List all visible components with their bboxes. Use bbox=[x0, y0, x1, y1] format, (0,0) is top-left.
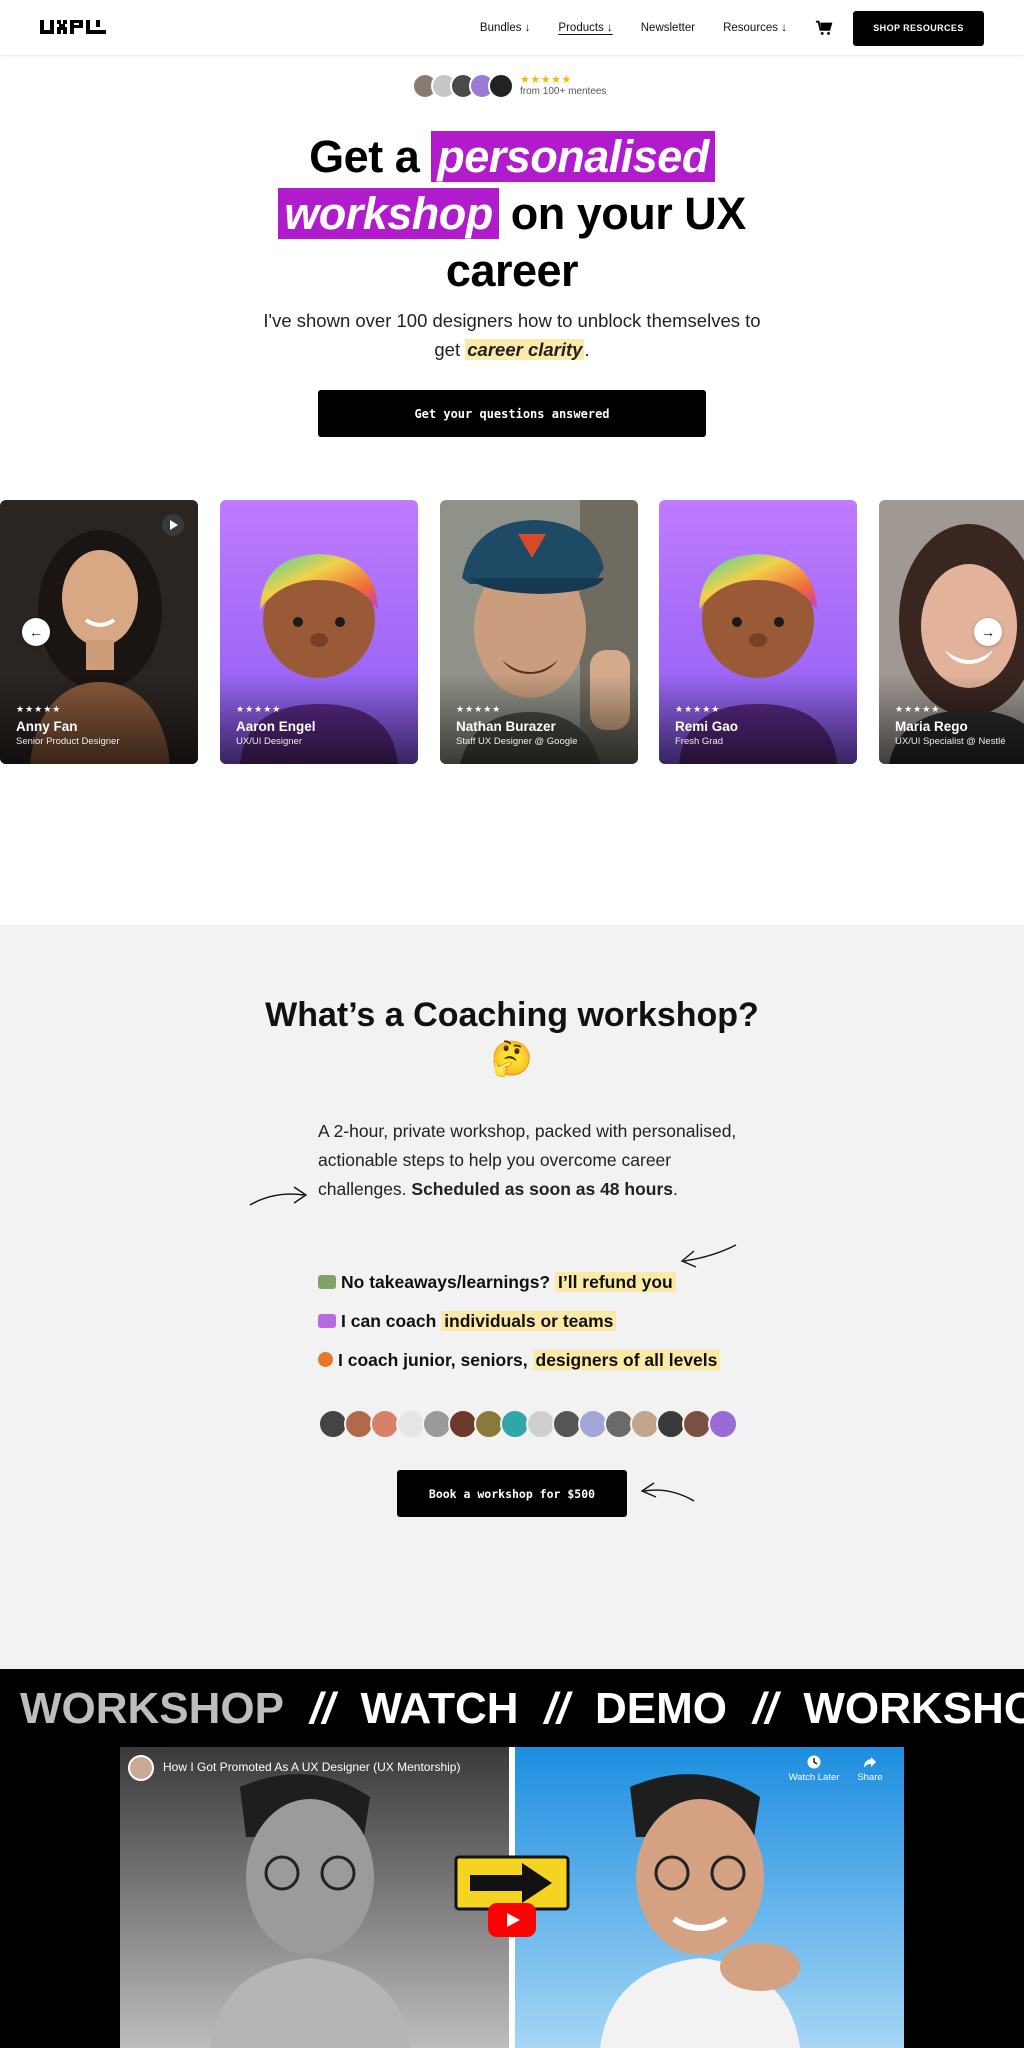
marquee-banner: WORKSHOP//WATCH//DEMO//WORKSHOP bbox=[20, 1684, 1024, 1733]
carousel-prev-button[interactable]: ← bbox=[22, 618, 50, 646]
arrow-left-icon: ← bbox=[29, 624, 43, 640]
benefit-item: I coach junior, seniors, designers of al… bbox=[318, 1348, 778, 1372]
subtitle-highlight: career clarity bbox=[465, 339, 585, 360]
arrow-right-icon: → bbox=[981, 624, 995, 640]
mentee-rating: ★★★★★ from 100+ mentees bbox=[412, 72, 606, 100]
workshop-demo-section: WORKSHOP//WATCH//DEMO//WORKSHOP bbox=[0, 1669, 1024, 2048]
card-name: Aaron Engel bbox=[236, 719, 316, 734]
benefits-list: No takeaways/learnings? I’ll refund you … bbox=[318, 1270, 778, 1387]
nav-bundles[interactable]: Bundles ↓ bbox=[480, 22, 531, 34]
watch-later-button[interactable]: Watch Later bbox=[784, 1755, 844, 1783]
benefit-item: No takeaways/learnings? I’ll refund you bbox=[318, 1270, 778, 1294]
share-icon bbox=[864, 1757, 876, 1768]
cart-icon[interactable] bbox=[815, 19, 833, 37]
top-navbar: Bundles ↓ Products ↓ Newsletter Resource… bbox=[0, 0, 1024, 56]
unicorn-icon bbox=[318, 1314, 336, 1328]
doodle-arrow-icon bbox=[680, 1244, 737, 1268]
video-title[interactable]: How I Got Promoted As A UX Designer (UX … bbox=[163, 1759, 460, 1775]
card-stars: ★★★★★ bbox=[236, 704, 282, 714]
title-highlight: workshop bbox=[278, 188, 499, 239]
testimonial-card[interactable]: ★★★★★ Nathan Burazer Staff UX Designer @… bbox=[440, 500, 638, 764]
play-video-button[interactable] bbox=[162, 514, 184, 536]
star-rating: ★★★★★ bbox=[520, 74, 572, 86]
card-stars: ★★★★★ bbox=[895, 704, 941, 714]
doodle-arrow-icon bbox=[640, 1482, 695, 1502]
testimonial-card[interactable]: ★★★★★ Remi Gao Fresh Grad bbox=[659, 500, 857, 764]
get-questions-answered-button[interactable]: Get your questions answered bbox=[318, 390, 706, 437]
nav-products[interactable]: Products ↓ bbox=[558, 22, 612, 34]
card-role: Fresh Grad bbox=[675, 736, 724, 747]
card-stars: ★★★★★ bbox=[675, 704, 721, 714]
carousel-next-button[interactable]: → bbox=[974, 618, 1002, 646]
shop-resources-button[interactable]: SHOP RESOURCES bbox=[853, 10, 984, 46]
book-workshop-button[interactable]: Book a workshop for $500 bbox=[397, 1470, 627, 1517]
channel-avatar[interactable] bbox=[128, 1755, 154, 1781]
coaching-title: What’s a Coaching workshop? 🤔 bbox=[265, 996, 759, 1078]
doodle-arrow-icon bbox=[249, 1186, 308, 1206]
video-thumbnail bbox=[120, 1747, 904, 2048]
coaching-description: A 2-hour, private workshop, packed with … bbox=[318, 1121, 737, 1199]
face-icon bbox=[318, 1352, 333, 1367]
card-stars: ★★★★★ bbox=[456, 704, 502, 714]
youtube-play-button[interactable] bbox=[488, 1903, 536, 1937]
title-highlight: personalised bbox=[431, 131, 715, 182]
hero-subtitle: I've shown over 100 designers how to unb… bbox=[263, 310, 761, 360]
card-name: Anny Fan bbox=[16, 719, 78, 734]
nav-newsletter[interactable]: Newsletter bbox=[641, 22, 695, 34]
card-role: UX/UI Designer bbox=[236, 736, 302, 747]
share-button[interactable]: Share bbox=[840, 1755, 900, 1783]
testimonial-carousel: ★★★★★ Anny Fan Senior Product Designer ★… bbox=[0, 500, 1024, 764]
money-icon bbox=[318, 1275, 336, 1289]
nav-resources[interactable]: Resources ↓ bbox=[723, 22, 787, 34]
testimonial-card[interactable]: ★★★★★ Maria Rego UX/UI Specialist @ Nest… bbox=[879, 500, 1024, 764]
clock-icon bbox=[807, 1755, 821, 1769]
card-name: Maria Rego bbox=[895, 719, 968, 734]
testimonial-card[interactable]: ★★★★★ Aaron Engel UX/UI Designer bbox=[220, 500, 418, 764]
card-name: Nathan Burazer bbox=[456, 719, 556, 734]
avatar bbox=[708, 1409, 738, 1439]
coaching-section: What’s a Coaching workshop? 🤔 A 2-hour, … bbox=[0, 925, 1024, 1669]
benefit-item: I can coach individuals or teams bbox=[318, 1309, 778, 1333]
card-role: UX/UI Specialist @ Nestlé bbox=[895, 736, 1006, 747]
youtube-video-embed[interactable]: How I Got Promoted As A UX Designer (UX … bbox=[120, 1747, 904, 2048]
avatar bbox=[488, 73, 514, 99]
card-stars: ★★★★★ bbox=[16, 704, 62, 714]
card-name: Remi Gao bbox=[675, 719, 739, 734]
card-role: Staff UX Designer @ Google bbox=[456, 736, 578, 747]
card-role: Senior Product Designer bbox=[16, 736, 120, 747]
mentee-count: from 100+ mentees bbox=[520, 86, 607, 97]
hero-title: Get a personalised workshop on your UX c… bbox=[212, 128, 812, 299]
mentee-avatars bbox=[412, 73, 514, 99]
uxpl-logo[interactable] bbox=[40, 20, 106, 34]
mentee-faces bbox=[318, 1409, 738, 1441]
